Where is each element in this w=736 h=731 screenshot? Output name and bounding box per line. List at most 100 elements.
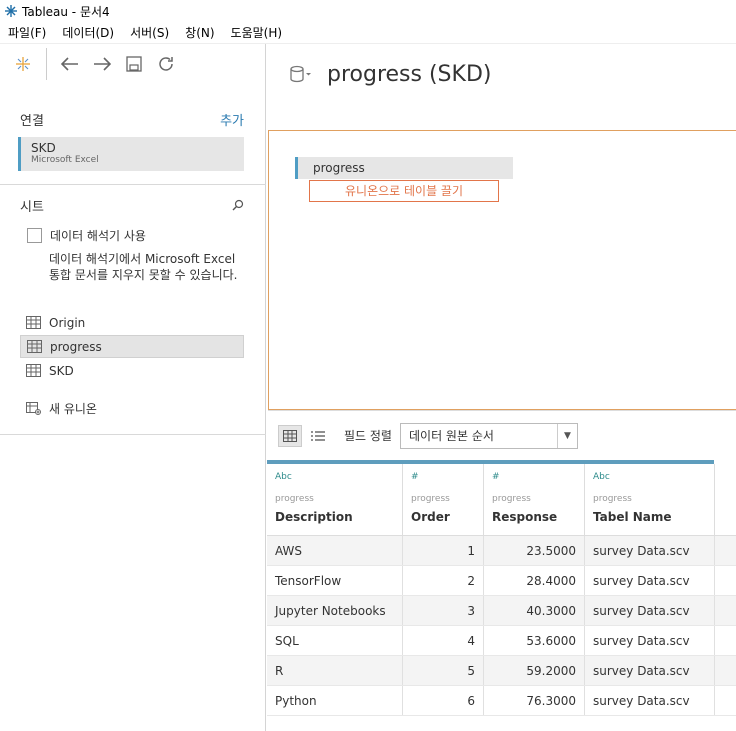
sheet-table-icon — [26, 364, 41, 377]
column-source: progress — [492, 494, 531, 504]
menu-window[interactable]: 창(N) — [177, 24, 222, 41]
sheet-table-icon — [26, 316, 41, 329]
interpreter-option: 데이터 해석기 사용 — [27, 227, 146, 244]
cell-response: 59.2000 — [484, 656, 585, 685]
divider — [0, 434, 266, 435]
title-bar: Tableau - 문서4 — [0, 0, 736, 22]
cell-response: 28.4000 — [484, 566, 585, 595]
connection-item-skd[interactable]: SKD Microsoft Excel — [18, 137, 244, 171]
menu-data[interactable]: 데이터(D) — [54, 24, 122, 41]
interpreter-description: 데이터 해석기에서 Microsoft Excel 통합 문서를 지우지 못할 … — [49, 252, 238, 282]
window-title: Tableau - 문서4 — [22, 4, 110, 19]
new-union-item[interactable]: 새 유니온 — [20, 397, 244, 420]
cell-tabel-name: survey Data.scv — [585, 686, 715, 715]
string-type-icon[interactable]: Abc — [275, 472, 394, 492]
data-grid: Abc progress Description # progress Orde… — [267, 460, 736, 716]
sheet-item-skd[interactable]: SKD — [20, 359, 244, 382]
back-arrow-icon[interactable] — [59, 53, 81, 75]
cell-description: AWS — [267, 536, 403, 565]
cell-description: SQL — [267, 626, 403, 655]
cell-order: 5 — [403, 656, 484, 685]
string-type-icon[interactable]: Abc — [593, 472, 706, 492]
sheets-label: 시트 — [20, 200, 44, 215]
sheet-item-progress[interactable]: progress — [20, 335, 244, 358]
cell-description: TensorFlow — [267, 566, 403, 595]
search-icon[interactable] — [232, 199, 244, 211]
union-drop-target[interactable]: 유니온으로 테이블 끌기 — [309, 180, 499, 202]
tableau-logo-icon — [5, 5, 17, 17]
connections-header: 연결 추가 — [20, 110, 244, 129]
new-union-icon — [26, 402, 41, 415]
toolbar — [0, 44, 265, 84]
number-type-icon[interactable]: # — [492, 472, 576, 492]
cell-tabel-name: survey Data.scv — [585, 536, 715, 565]
cell-description: Python — [267, 686, 403, 715]
sheet-label: Origin — [49, 315, 86, 330]
cell-order: 2 — [403, 566, 484, 595]
cell-order: 3 — [403, 596, 484, 625]
column-name: Response — [492, 510, 558, 524]
sort-fields-value: 데이터 원본 순서 — [408, 429, 494, 443]
cell-tabel-name: survey Data.scv — [585, 566, 715, 595]
number-type-icon[interactable]: # — [411, 472, 475, 492]
refresh-icon[interactable] — [155, 53, 177, 75]
interpreter-checkbox[interactable] — [27, 228, 42, 243]
menu-file[interactable]: 파일(F) — [0, 24, 54, 41]
sheet-label: SKD — [49, 363, 74, 378]
table-row: SQL 4 53.6000 survey Data.scv — [267, 626, 736, 656]
column-name: Description — [275, 510, 353, 524]
left-pane: 연결 추가 SKD Microsoft Excel 시트 데이터 해석기 사용 … — [0, 44, 266, 731]
table-pill-progress[interactable]: progress — [295, 157, 513, 179]
join-canvas[interactable]: progress 유니온으로 테이블 끌기 — [268, 130, 736, 410]
connection-name: SKD — [31, 141, 56, 155]
header-gap — [714, 460, 736, 464]
column-name: Order — [411, 510, 450, 524]
menu-bar: 파일(F) 데이터(D) 서버(S) 창(N) 도움말(H) — [0, 22, 736, 44]
table-row: AWS 1 23.5000 survey Data.scv — [267, 536, 736, 566]
cell-description: Jupyter Notebooks — [267, 596, 403, 625]
interpreter-label: 데이터 해석기 사용 — [50, 229, 146, 243]
new-union-label: 새 유니온 — [49, 402, 97, 416]
sort-fields-label: 필드 정렬 — [344, 429, 392, 443]
grid-icon — [283, 429, 297, 442]
menu-help[interactable]: 도움말(H) — [223, 24, 291, 41]
sheet-table-icon — [27, 340, 42, 353]
cell-order: 6 — [403, 686, 484, 715]
tableau-home-icon[interactable] — [12, 53, 34, 75]
datasource-title-area: progress (SKD) — [289, 62, 491, 87]
grid-toolbar: 필드 정렬 데이터 원본 순서 ▼ — [268, 410, 736, 460]
sheet-item-origin[interactable]: Origin — [20, 311, 244, 334]
column-source: progress — [411, 494, 450, 504]
forward-arrow-icon[interactable] — [91, 53, 113, 75]
sort-fields-select[interactable]: 데이터 원본 순서 ▼ — [399, 422, 578, 449]
column-source: progress — [275, 494, 314, 504]
cell-response: 53.6000 — [484, 626, 585, 655]
cell-response: 23.5000 — [484, 536, 585, 565]
cell-description: R — [267, 656, 403, 685]
menu-server[interactable]: 서버(S) — [122, 24, 177, 41]
grid-header: Abc progress Description # progress Orde… — [267, 460, 736, 536]
column-name: Tabel Name — [593, 510, 672, 524]
column-header-response[interactable]: # progress Response — [484, 464, 585, 535]
dropdown-arrow-icon[interactable]: ▼ — [556, 423, 577, 448]
datasource-title[interactable]: progress (SKD) — [327, 62, 491, 87]
cell-tabel-name: survey Data.scv — [585, 656, 715, 685]
divider — [0, 184, 266, 185]
connections-label: 연결 — [20, 114, 44, 129]
column-header-description[interactable]: Abc progress Description — [267, 464, 403, 535]
cell-response: 76.3000 — [484, 686, 585, 715]
table-row: Python 6 76.3000 survey Data.scv — [267, 686, 736, 716]
cell-tabel-name: survey Data.scv — [585, 626, 715, 655]
column-source: progress — [593, 494, 632, 504]
sheets-header: 시트 — [20, 196, 244, 215]
column-header-order[interactable]: # progress Order — [403, 464, 484, 535]
sheet-label: progress — [50, 339, 102, 354]
add-connection-link[interactable]: 추가 — [220, 110, 244, 129]
save-icon[interactable] — [123, 53, 145, 75]
toolbar-separator — [46, 48, 47, 80]
column-header-tabel-name[interactable]: Abc progress Tabel Name — [585, 464, 715, 535]
grid-view-button[interactable] — [278, 424, 302, 447]
list-view-button[interactable] — [306, 425, 330, 447]
database-icon[interactable] — [289, 63, 313, 87]
cell-order: 1 — [403, 536, 484, 565]
